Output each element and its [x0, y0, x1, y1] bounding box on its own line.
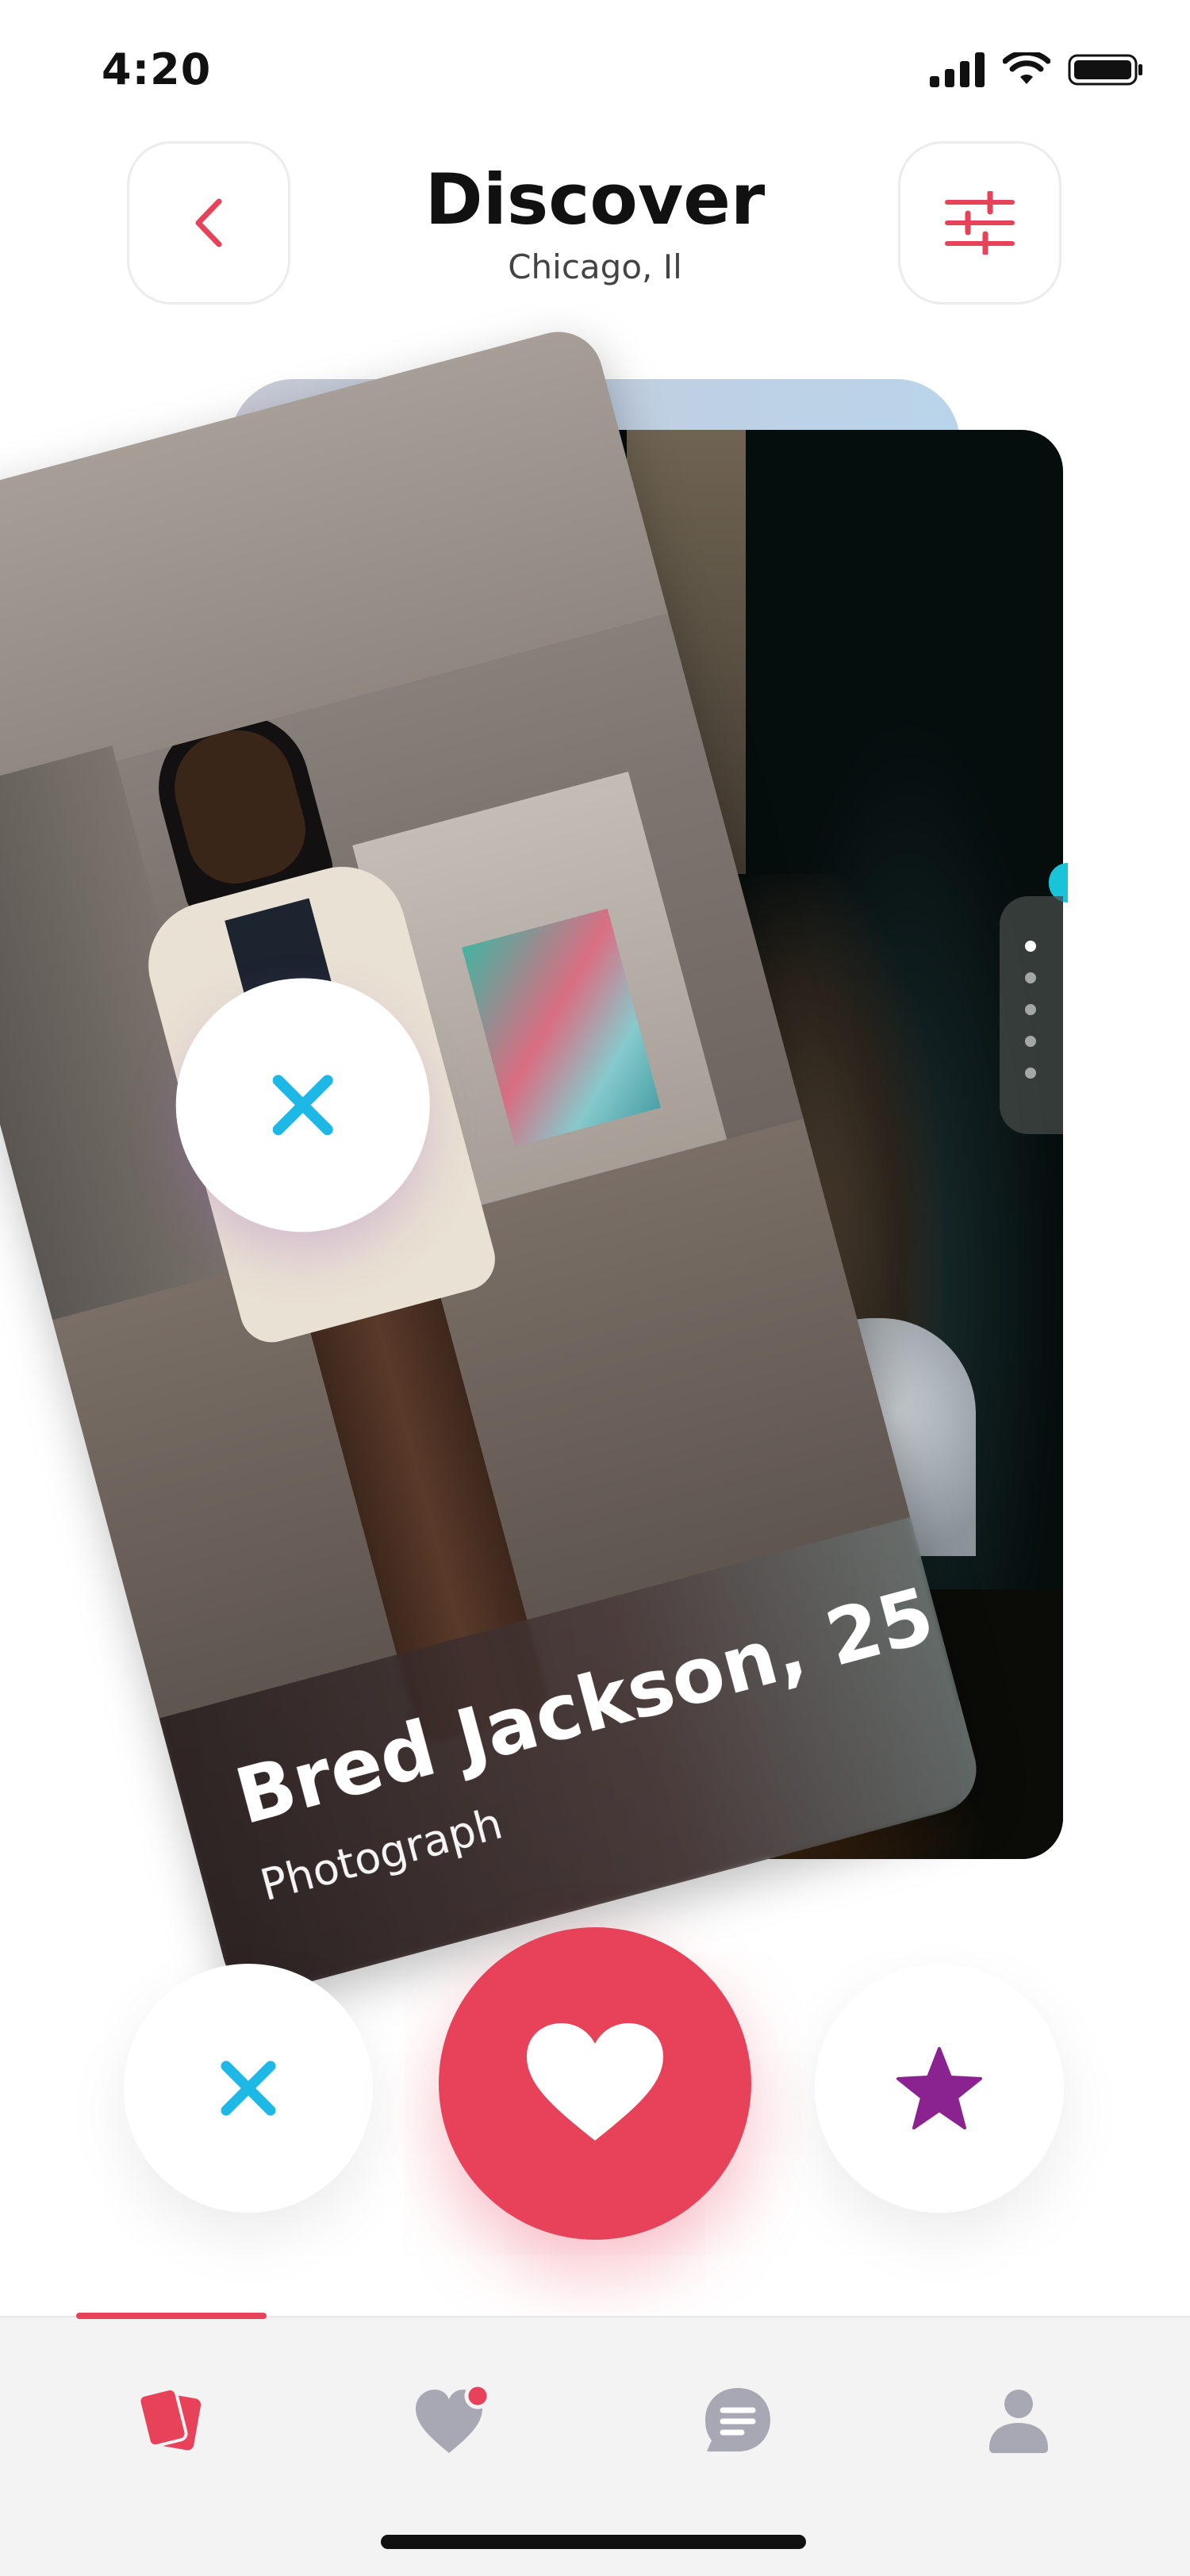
card-photo-detail	[162, 718, 317, 895]
chat-icon	[705, 2388, 770, 2451]
close-icon	[272, 1075, 333, 1136]
pager-dot[interactable]	[1025, 941, 1036, 952]
tab-messages[interactable]	[682, 2365, 793, 2476]
pager-dot[interactable]	[1025, 972, 1036, 983]
photo-pager[interactable]	[1000, 896, 1063, 1134]
signal-icon	[930, 52, 985, 87]
pager-dot[interactable]	[1025, 1068, 1036, 1079]
status-icons	[930, 52, 1144, 87]
battery-icon	[1068, 54, 1142, 86]
pager-dot[interactable]	[1025, 1036, 1036, 1047]
pager-dot[interactable]	[1025, 1004, 1036, 1015]
filter-button[interactable]	[898, 141, 1061, 305]
like-button[interactable]	[439, 1927, 751, 2240]
heart-icon	[416, 2385, 491, 2453]
heart-icon	[527, 2023, 663, 2141]
cards-icon	[137, 2386, 202, 2451]
user-icon	[989, 2390, 1048, 2453]
close-icon	[221, 2060, 276, 2116]
dislike-button[interactable]	[124, 1964, 373, 2213]
home-indicator	[381, 2535, 806, 2549]
star-icon	[896, 2047, 982, 2129]
tab-matches[interactable]	[398, 2365, 509, 2476]
wifi-icon	[1003, 52, 1050, 84]
active-tab-indicator	[76, 2313, 267, 2319]
tab-discover[interactable]	[116, 2365, 227, 2476]
status-time: 4:20	[102, 44, 212, 94]
tab-profile[interactable]	[963, 2365, 1074, 2476]
super-like-button[interactable]	[815, 1964, 1064, 2213]
screen: 4:20 Discover Chicago, Il Bred Jackson, …	[0, 0, 1190, 2576]
swipe-dislike-indicator	[175, 978, 430, 1232]
notification-badge	[464, 2385, 491, 2409]
sliders-icon	[945, 191, 1015, 255]
